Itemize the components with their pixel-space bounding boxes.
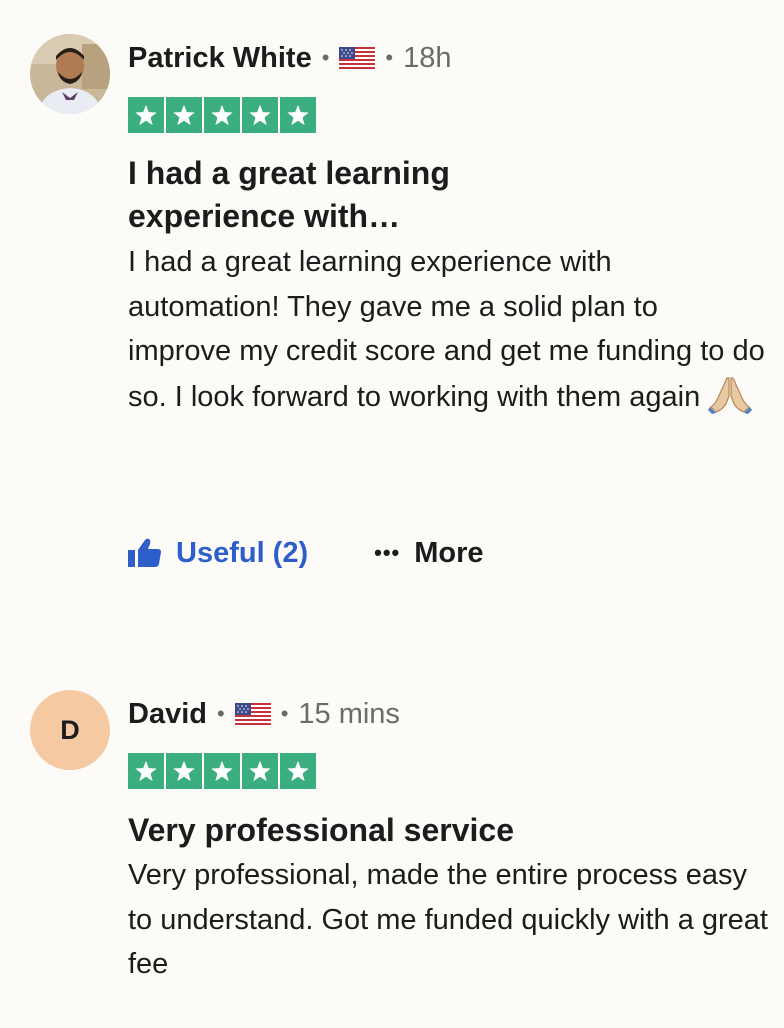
avatar[interactable] — [30, 34, 110, 114]
separator-dot: • — [321, 45, 330, 70]
star-rating — [128, 97, 316, 133]
useful-button[interactable]: Useful (2) — [128, 537, 308, 570]
star-icon — [128, 97, 164, 133]
separator-dot: • — [280, 701, 289, 726]
review-body-text: I had a great learning experience with a… — [128, 246, 765, 413]
review-body: I had a great learning experience with a… — [128, 240, 768, 419]
star-icon — [166, 97, 202, 133]
review-body: Very professional, made the entire proce… — [128, 859, 768, 980]
thumbs-up-icon — [128, 538, 161, 567]
star-icon — [166, 753, 202, 789]
avatar[interactable]: D — [30, 690, 110, 770]
more-label: More — [414, 536, 484, 569]
star-icon — [280, 753, 316, 789]
avatar-initial: D — [60, 714, 80, 745]
review-time: 18h — [403, 41, 452, 74]
separator-dot: • — [385, 45, 394, 70]
more-dots-icon: ••• — [374, 540, 401, 565]
review-actions: Useful (2) ••• More — [128, 530, 484, 576]
review-title[interactable]: Very professional service — [128, 809, 748, 852]
us-flag-icon — [339, 46, 376, 71]
star-rating — [128, 753, 316, 789]
review-time: 15 mins — [298, 697, 400, 730]
reviewer-photo-icon — [30, 34, 110, 114]
more-button[interactable]: ••• More — [374, 537, 483, 570]
review-meta: David • • 15 mins — [128, 694, 400, 734]
author-name[interactable]: Patrick White — [128, 42, 312, 75]
star-icon — [280, 97, 316, 133]
star-icon — [242, 97, 278, 133]
useful-label: Useful (2) — [176, 536, 309, 569]
star-icon — [128, 753, 164, 789]
star-icon — [242, 753, 278, 789]
separator-dot: • — [216, 701, 225, 726]
folded-hands-icon — [708, 374, 753, 414]
review-meta: Patrick White • • 18h — [128, 38, 452, 78]
star-icon — [204, 97, 240, 133]
review-title[interactable]: I had a great learning experience with… — [128, 152, 548, 238]
author-name[interactable]: David — [128, 698, 207, 731]
star-icon — [204, 753, 240, 789]
us-flag-icon — [234, 702, 271, 727]
